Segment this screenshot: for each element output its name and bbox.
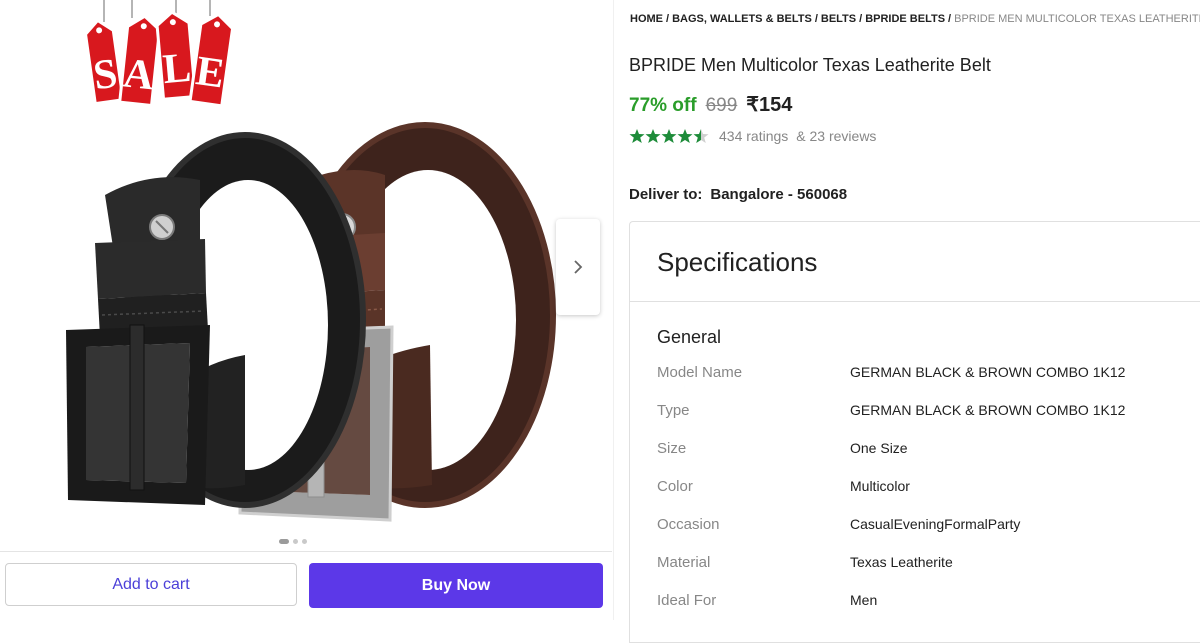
spec-value: Texas Leatherite	[850, 554, 953, 570]
breadcrumb-separator: /	[948, 13, 952, 25]
chevron-right-icon	[574, 260, 583, 274]
spec-row-ideal-for: Ideal For Men	[657, 592, 1200, 630]
spec-value: Multicolor	[850, 478, 910, 494]
breadcrumb-separator: /	[666, 13, 670, 25]
carousel-indicator	[279, 539, 307, 544]
breadcrumb: HOME / BAGS, WALLETS & BELTS / BELTS / BPRIDE …	[630, 13, 1200, 25]
next-image-button[interactable]	[556, 219, 600, 315]
spec-row-occasion: Occasion CasualEveningFormalParty	[657, 516, 1200, 554]
spec-group-title: General	[657, 327, 722, 347]
panel-divider	[613, 0, 614, 620]
breadcrumb-bags-wallets-belts[interactable]: BAGS, WALLETS & BELTS	[672, 13, 812, 25]
ratings-count[interactable]: 434 ratings	[719, 128, 788, 144]
product-title: BPRIDE Men Multicolor Texas Leatherite B…	[629, 55, 991, 75]
spec-key: Model Name	[657, 364, 743, 381]
svg-text:A: A	[121, 50, 157, 99]
price-row: 77% off 699 ₹154	[629, 92, 792, 117]
specifications-panel: Specifications General Model Name GERMAN…	[629, 221, 1200, 643]
buy-now-button[interactable]: Buy Now	[309, 563, 603, 608]
breadcrumb-home[interactable]: HOME	[630, 13, 663, 25]
delivery-label: Deliver to:	[629, 186, 703, 203]
breadcrumb-separator: /	[859, 13, 863, 25]
breadcrumb-belts[interactable]: BELTS	[821, 13, 856, 25]
spec-value: One Size	[850, 440, 908, 456]
delivery-pincode: Bangalore - 560068	[710, 186, 848, 203]
carousel-dot[interactable]	[279, 539, 289, 544]
breadcrumb-bpride-belts[interactable]: BPRIDE BELTS	[865, 13, 945, 25]
spec-row-size: Size One Size	[657, 440, 1200, 478]
spec-key: Material	[657, 554, 711, 571]
specifications-heading: Specifications	[630, 222, 1200, 302]
spec-key: Size	[657, 440, 687, 457]
svg-text:L: L	[161, 45, 193, 93]
black-belt-illustration	[66, 132, 366, 508]
spec-row-model-name: Model Name GERMAN BLACK & BROWN COMBO 1K…	[657, 364, 1200, 402]
action-bar: Add to cart Buy Now	[0, 551, 612, 621]
rating-stars	[629, 128, 711, 144]
breadcrumb-current: BPRIDE MEN MULTICOLOR TEXAS LEATHERITE B…	[954, 13, 1200, 25]
spec-key: Type	[657, 402, 690, 419]
spec-key: Ideal For	[657, 592, 717, 609]
carousel-dot[interactable]	[302, 539, 307, 544]
rating-row[interactable]: 434 ratings & 23 reviews	[629, 128, 876, 144]
spec-value: GERMAN BLACK & BROWN COMBO 1K12	[850, 402, 1126, 418]
spec-row-material: Material Texas Leatherite	[657, 554, 1200, 592]
delivery-location[interactable]: Deliver to: Bangalore - 560068	[629, 186, 847, 203]
discount-percent: 77% off	[629, 95, 697, 116]
original-price: 699	[705, 95, 738, 116]
add-to-cart-button[interactable]: Add to cart	[5, 563, 297, 606]
spec-value: CasualEveningFormalParty	[850, 516, 1021, 532]
spec-row-type: Type GERMAN BLACK & BROWN COMBO 1K12	[657, 402, 1200, 440]
spec-value: GERMAN BLACK & BROWN COMBO 1K12	[850, 364, 1126, 380]
sale-badge: S A L E	[83, 0, 235, 108]
breadcrumb-separator: /	[814, 13, 818, 25]
reviews-count[interactable]: & 23 reviews	[796, 128, 876, 144]
carousel-dot[interactable]	[293, 539, 298, 544]
spec-row-color: Color Multicolor	[657, 478, 1200, 516]
spec-table: Model Name GERMAN BLACK & BROWN COMBO 1K…	[657, 364, 1200, 630]
star-rating-icon	[629, 129, 709, 143]
product-image	[66, 122, 556, 522]
spec-key: Occasion	[657, 516, 720, 533]
selling-price: ₹154	[746, 94, 793, 116]
spec-key: Color	[657, 478, 693, 495]
spec-value: Men	[850, 592, 878, 608]
product-gallery: S A L E Add to cart Buy Now	[0, 0, 614, 620]
